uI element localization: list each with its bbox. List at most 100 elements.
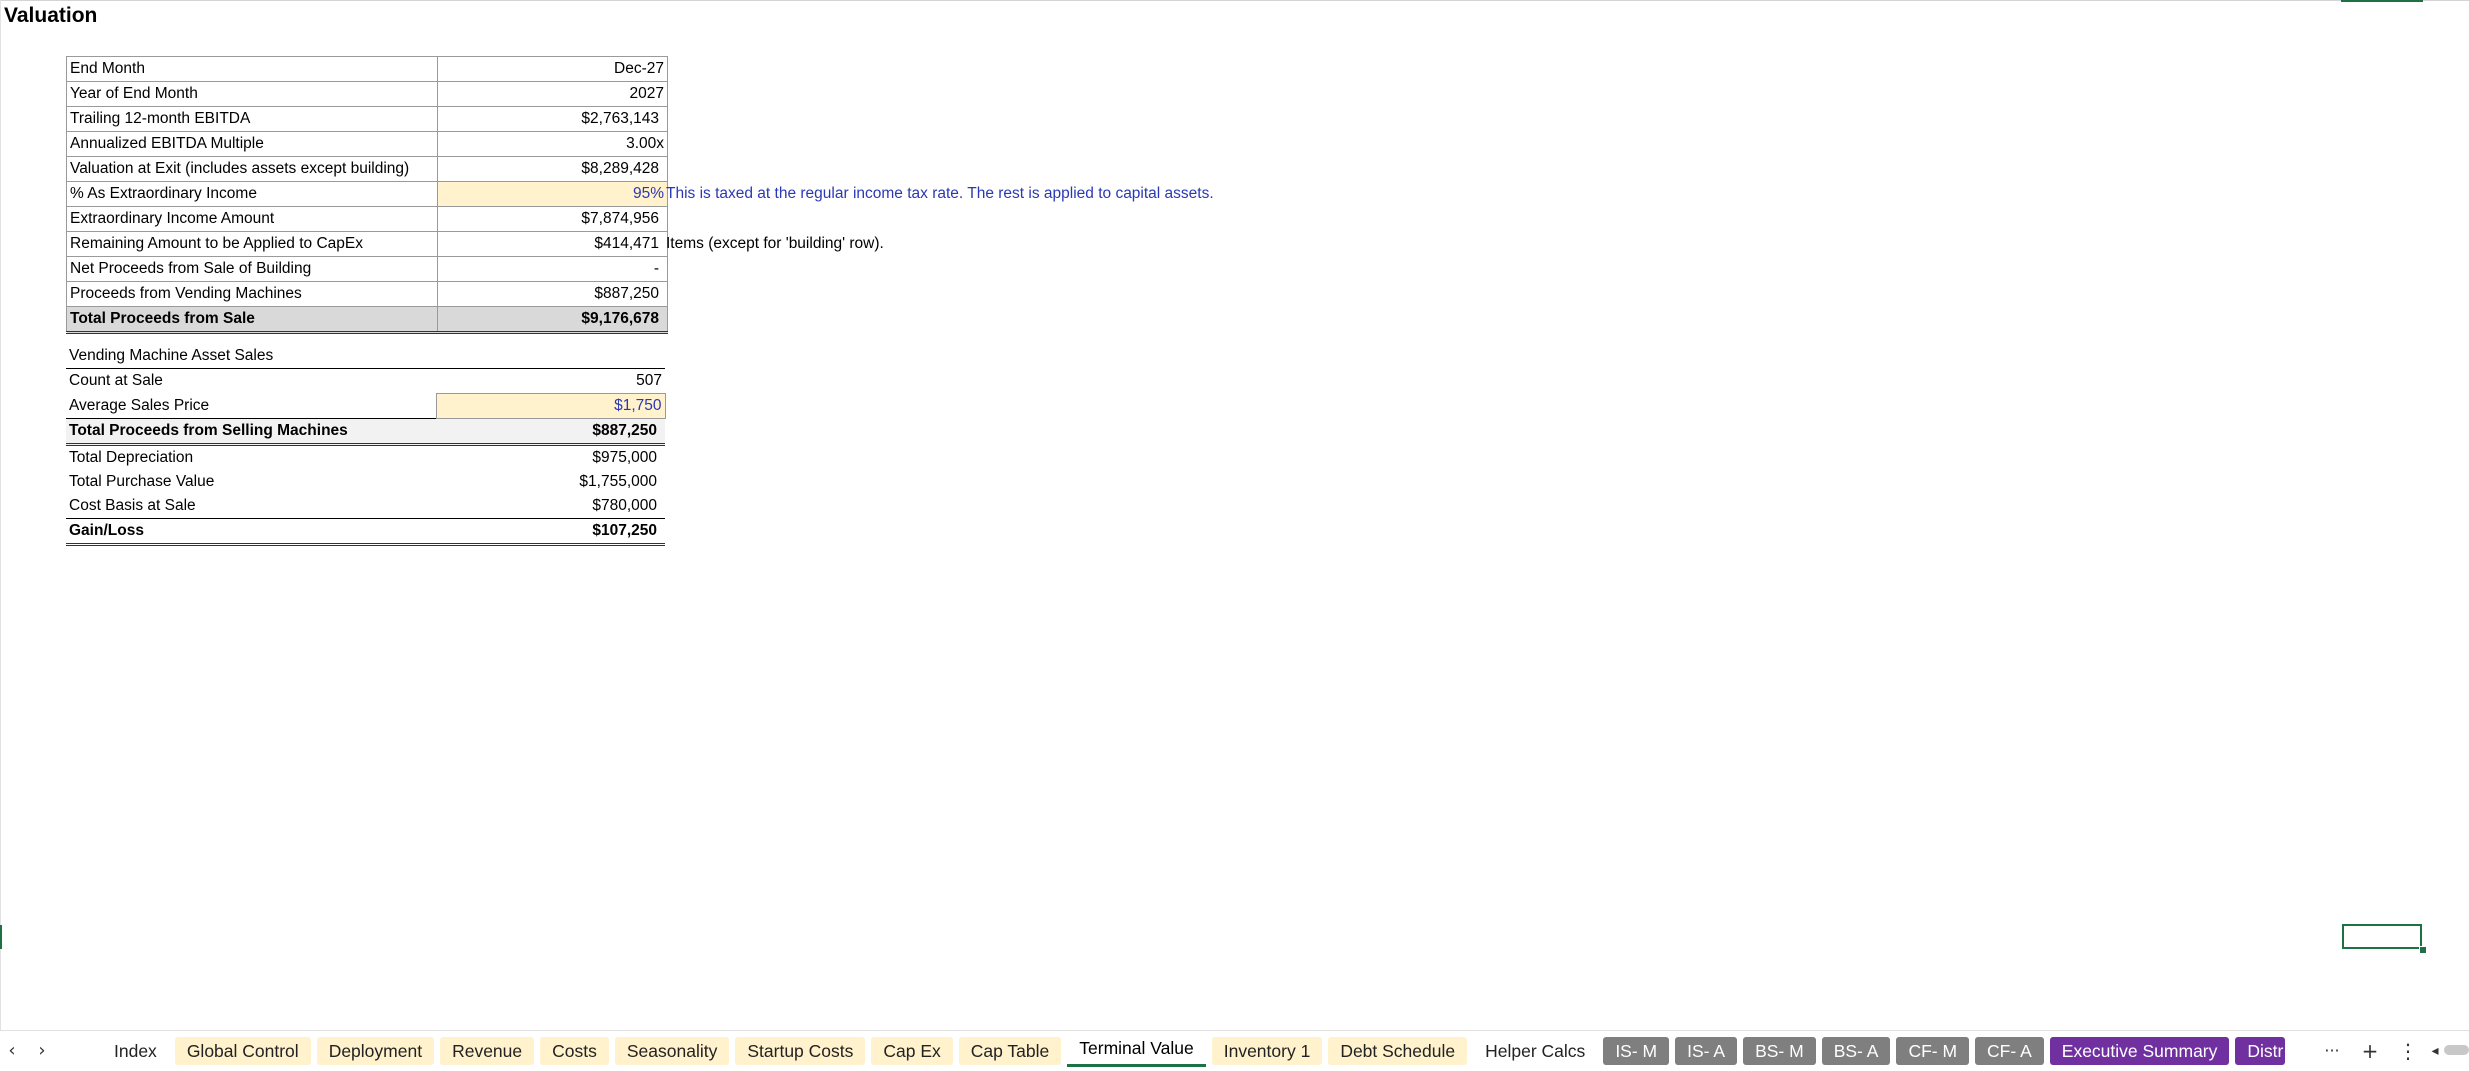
valuation-table: End Month Dec-27 Year of End Month 2027 …	[66, 56, 1214, 334]
row-value-vending-proceeds[interactable]: $887,250	[437, 281, 668, 307]
table-row-gain-loss: Gain/Loss $107,250	[66, 518, 665, 546]
table-row: Count at Sale 507	[66, 369, 665, 394]
tab-is-m[interactable]: IS- M	[1603, 1037, 1670, 1065]
options-icon[interactable]: ⋮	[2398, 1037, 2418, 1065]
row-value-cost-basis[interactable]: $780,000	[436, 494, 665, 519]
table-row: Total Purchase Value $1,755,000	[66, 470, 665, 494]
vending-section-header[interactable]: Vending Machine Asset Sales	[66, 344, 436, 369]
horizontal-scrollbar[interactable]	[2432, 1045, 2469, 1055]
table-row: Trailing 12-month EBITDA $2,763,143	[66, 106, 668, 132]
tab-cap-ex[interactable]: Cap Ex	[871, 1037, 953, 1065]
row-label-total-selling[interactable]: Total Proceeds from Selling Machines	[66, 418, 436, 446]
top-border	[0, 0, 2469, 1]
tab-bs-a[interactable]: BS- A	[1821, 1037, 1891, 1065]
table-row: End Month Dec-27	[66, 56, 668, 82]
extraordinary-pct-note: This is taxed at the regular income tax …	[666, 185, 1214, 202]
row-label-total-purchase[interactable]: Total Purchase Value	[66, 470, 436, 494]
table-row: Average Sales Price $1,750	[66, 393, 666, 419]
sheet-title[interactable]: Valuation	[4, 4, 97, 28]
tab-cap-table[interactable]: Cap Table	[958, 1037, 1062, 1065]
sheet-tabs: Index Global Control Deployment Revenue Cost…	[102, 1031, 2327, 1071]
fill-handle[interactable]	[2419, 946, 2427, 954]
selected-cell[interactable]	[2342, 924, 2422, 949]
table-row-subtotal: Total Proceeds from Selling Machines $88…	[66, 418, 665, 446]
remaining-capex-note: Items (except for 'building' row).	[666, 235, 884, 252]
tab-global-control[interactable]: Global Control	[174, 1037, 311, 1065]
row-value-gain-loss[interactable]: $107,250	[436, 518, 665, 546]
tab-revenue[interactable]: Revenue	[440, 1037, 535, 1065]
tab-cf-m[interactable]: CF- M	[1896, 1037, 1970, 1065]
row-label-gain-loss[interactable]: Gain/Loss	[66, 518, 436, 546]
row-value-total-selling[interactable]: $887,250	[436, 418, 665, 446]
row-label-avg-sales-price[interactable]: Average Sales Price	[66, 394, 436, 419]
row-label-extraordinary-pct[interactable]: % As Extraordinary Income	[66, 181, 438, 207]
avg-sales-price-input[interactable]: $1,750	[435, 393, 666, 419]
extraordinary-pct-value: 95%	[632, 185, 664, 202]
row-value-remaining-capex[interactable]: $414,471 Items (except for 'building' row…	[437, 231, 884, 257]
tab-costs[interactable]: Costs	[540, 1037, 609, 1065]
row-value-building-proceeds[interactable]: -	[437, 256, 668, 282]
row-value-total-purchase[interactable]: $1,755,000	[436, 470, 665, 494]
row-label-cost-basis[interactable]: Cost Basis at Sale	[66, 494, 436, 519]
row-label-total-proceeds[interactable]: Total Proceeds from Sale	[66, 306, 438, 334]
tab-terminal-value[interactable]: Terminal Value	[1067, 1035, 1206, 1067]
tab-helper-calcs[interactable]: Helper Calcs	[1473, 1037, 1598, 1065]
tab-startup-costs[interactable]: Startup Costs	[735, 1037, 866, 1065]
table-row: Valuation at Exit (includes assets excep…	[66, 156, 668, 182]
tab-inventory-1[interactable]: Inventory 1	[1211, 1037, 1323, 1065]
row-label-total-depreciation[interactable]: Total Depreciation	[66, 445, 436, 471]
table-header-row: Vending Machine Asset Sales	[66, 344, 665, 369]
row-label-remaining-capex[interactable]: Remaining Amount to be Applied to CapEx	[66, 231, 438, 257]
table-row: Remaining Amount to be Applied to CapEx …	[66, 231, 884, 257]
active-column-indicator	[2341, 0, 2423, 2]
row-label-count-at-sale[interactable]: Count at Sale	[66, 369, 436, 394]
sheet-tab-bar: ‹ › Index Global Control Deployment Revenue…	[0, 1030, 2469, 1071]
table-row: Annualized EBITDA Multiple 3.00x	[66, 131, 668, 157]
table-row: Year of End Month 2027	[66, 81, 668, 107]
row-label-end-month[interactable]: End Month	[66, 56, 438, 82]
tab-debt-schedule[interactable]: Debt Schedule	[1328, 1037, 1468, 1065]
tab-deployment[interactable]: Deployment	[316, 1037, 435, 1065]
row-value-end-month[interactable]: Dec-27	[437, 56, 668, 82]
remaining-capex-value: $414,471	[594, 235, 659, 252]
scrollbar-thumb[interactable]	[2444, 1045, 2469, 1055]
vending-asset-sales-table: Vending Machine Asset Sales Count at Sal…	[66, 344, 666, 546]
tab-executive-summary[interactable]: Executive Summary	[2049, 1037, 2230, 1065]
chevron-right-icon[interactable]: ›	[30, 1037, 54, 1065]
tab-bs-m[interactable]: BS- M	[1743, 1037, 1816, 1065]
tab-index[interactable]: Index	[102, 1037, 169, 1065]
table-row: Total Depreciation $975,000	[66, 445, 665, 471]
chevron-left-icon[interactable]: ‹	[0, 1037, 24, 1065]
left-border	[0, 0, 1, 1030]
more-tabs-icon[interactable]: ···	[2318, 1037, 2346, 1065]
row-label-building-proceeds[interactable]: Net Proceeds from Sale of Building	[66, 256, 438, 282]
row-value-year[interactable]: 2027	[437, 81, 668, 107]
row-value-count-at-sale[interactable]: 507	[436, 369, 665, 394]
table-row: Proceeds from Vending Machines $887,250	[66, 281, 668, 307]
row-label-vending-proceeds[interactable]: Proceeds from Vending Machines	[66, 281, 438, 307]
table-row: Net Proceeds from Sale of Building -	[66, 256, 668, 282]
row-label-multiple[interactable]: Annualized EBITDA Multiple	[66, 131, 438, 157]
tab-seasonality[interactable]: Seasonality	[614, 1037, 730, 1065]
row-label-valuation-at-exit[interactable]: Valuation at Exit (includes assets excep…	[66, 156, 438, 182]
tab-is-a[interactable]: IS- A	[1675, 1037, 1738, 1065]
active-row-indicator	[0, 925, 2, 949]
row-label-ebitda[interactable]: Trailing 12-month EBITDA	[66, 106, 438, 132]
row-value-ebitda[interactable]: $2,763,143	[437, 106, 668, 132]
add-sheet-icon[interactable]: +	[2356, 1037, 2384, 1065]
table-row-total: Total Proceeds from Sale $9,176,678	[66, 306, 668, 334]
row-value-multiple[interactable]: 3.00x	[437, 131, 668, 157]
tab-cf-a[interactable]: CF- A	[1975, 1037, 2044, 1065]
table-row: Extraordinary Income Amount $7,874,956	[66, 206, 668, 232]
vending-header-blank[interactable]	[436, 344, 665, 369]
row-value-total-depreciation[interactable]: $975,000	[436, 445, 665, 471]
row-value-total-proceeds[interactable]: $9,176,678	[437, 306, 668, 334]
row-value-extraordinary-amount[interactable]: $7,874,956	[437, 206, 668, 232]
row-label-extraordinary-amount[interactable]: Extraordinary Income Amount	[66, 206, 438, 232]
row-label-year[interactable]: Year of End Month	[66, 81, 438, 107]
table-row: Cost Basis at Sale $780,000	[66, 494, 665, 519]
table-row: % As Extraordinary Income 95% This is tax…	[66, 181, 1214, 207]
row-value-valuation-at-exit[interactable]: $8,289,428	[437, 156, 668, 182]
extraordinary-pct-input[interactable]: 95% This is taxed at the regular income t…	[437, 181, 1214, 207]
tab-distr[interactable]: Distr	[2235, 1037, 2286, 1065]
